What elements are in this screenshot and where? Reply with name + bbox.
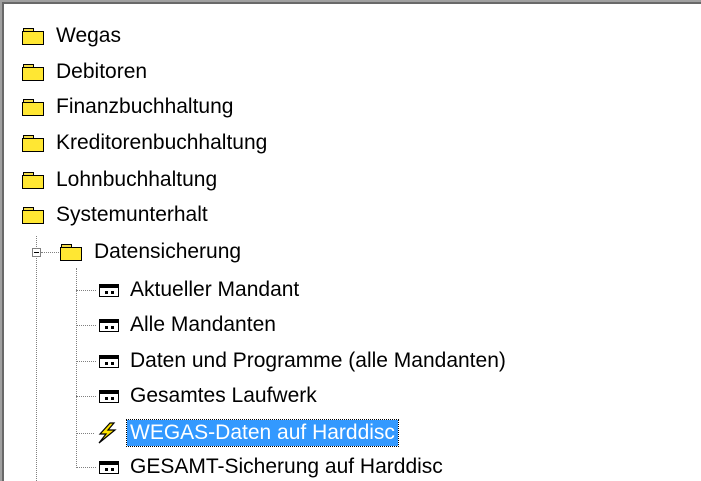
dialog-window-icon xyxy=(99,318,119,332)
tree-item-label: Gesamtes Laufwerk xyxy=(130,384,317,407)
tree-item-wegas[interactable]: Wegas xyxy=(22,21,124,51)
tree-item-label: Systemunterhalt xyxy=(56,203,208,226)
folder-icon xyxy=(22,134,44,152)
tree-item-wegas-daten-auf-harddisc[interactable]: WEGAS-Daten auf Harddisc xyxy=(95,418,399,448)
dialog-window-icon xyxy=(99,283,119,297)
folder-icon xyxy=(22,206,44,224)
collapse-toggle-icon[interactable] xyxy=(32,248,41,257)
tree-item-daten-und-programme[interactable]: Daten und Programme (alle Mandanten) xyxy=(99,346,509,376)
lightning-bolt-icon xyxy=(98,422,117,444)
tree-item-gesamtes-laufwerk[interactable]: Gesamtes Laufwerk xyxy=(99,381,320,411)
tree-connector-line xyxy=(76,290,96,291)
tree-item-label: Kreditorenbuchhaltung xyxy=(56,131,268,154)
tree-item-systemunterhalt[interactable]: Systemunterhalt xyxy=(22,200,211,230)
tree-connector-line xyxy=(76,361,96,362)
tree-item-datensicherung[interactable]: Datensicherung xyxy=(60,237,244,267)
tree-item-label: Datensicherung xyxy=(94,240,242,263)
dialog-window-icon xyxy=(99,460,119,474)
tree-connector-line xyxy=(76,467,96,468)
tree-item-alle-mandanten[interactable]: Alle Mandanten xyxy=(99,310,279,340)
tree-connector-line xyxy=(76,325,96,326)
folder-icon xyxy=(22,27,44,45)
tree-item-label: Wegas xyxy=(56,24,121,47)
tree-item-label: Lohnbuchhaltung xyxy=(56,168,218,191)
tree-item-label: GESAMT-Sicherung auf Harddisc xyxy=(130,455,443,478)
tree-connector-line xyxy=(76,433,94,434)
tree-item-debitoren[interactable]: Debitoren xyxy=(22,57,150,87)
folder-icon xyxy=(22,63,44,81)
tree-item-label: Aktueller Mandant xyxy=(130,278,300,301)
tree-item-lohnbuchhaltung[interactable]: Lohnbuchhaltung xyxy=(22,165,220,195)
tree-item-label-selected: WEGAS-Daten auf Harddisc xyxy=(126,419,399,447)
folder-icon xyxy=(22,98,44,116)
folder-icon xyxy=(22,171,44,189)
tree-view[interactable]: Wegas Debitoren Finanzbuchhaltung Kredit… xyxy=(0,0,701,481)
tree-item-kreditorenbuchhaltung[interactable]: Kreditorenbuchhaltung xyxy=(22,128,270,158)
tree-item-finanzbuchhaltung[interactable]: Finanzbuchhaltung xyxy=(22,92,236,122)
dialog-window-icon xyxy=(99,389,119,403)
tree-connector-line xyxy=(76,268,77,466)
tree-item-label: Finanzbuchhaltung xyxy=(56,95,234,118)
dialog-window-icon xyxy=(99,354,119,368)
folder-open-icon xyxy=(60,243,82,261)
tree-item-aktueller-mandant[interactable]: Aktueller Mandant xyxy=(99,275,302,305)
tree-item-gesamt-sicherung-auf-harddisc[interactable]: GESAMT-Sicherung auf Harddisc xyxy=(99,452,446,481)
tree-item-label: Alle Mandanten xyxy=(130,313,276,336)
tree-connector-line xyxy=(41,252,59,253)
tree-connector-line xyxy=(76,396,96,397)
tree-connector-line xyxy=(36,236,37,481)
tree-item-label: Daten und Programme (alle Mandanten) xyxy=(130,349,506,372)
tree-item-label: Debitoren xyxy=(56,60,148,83)
